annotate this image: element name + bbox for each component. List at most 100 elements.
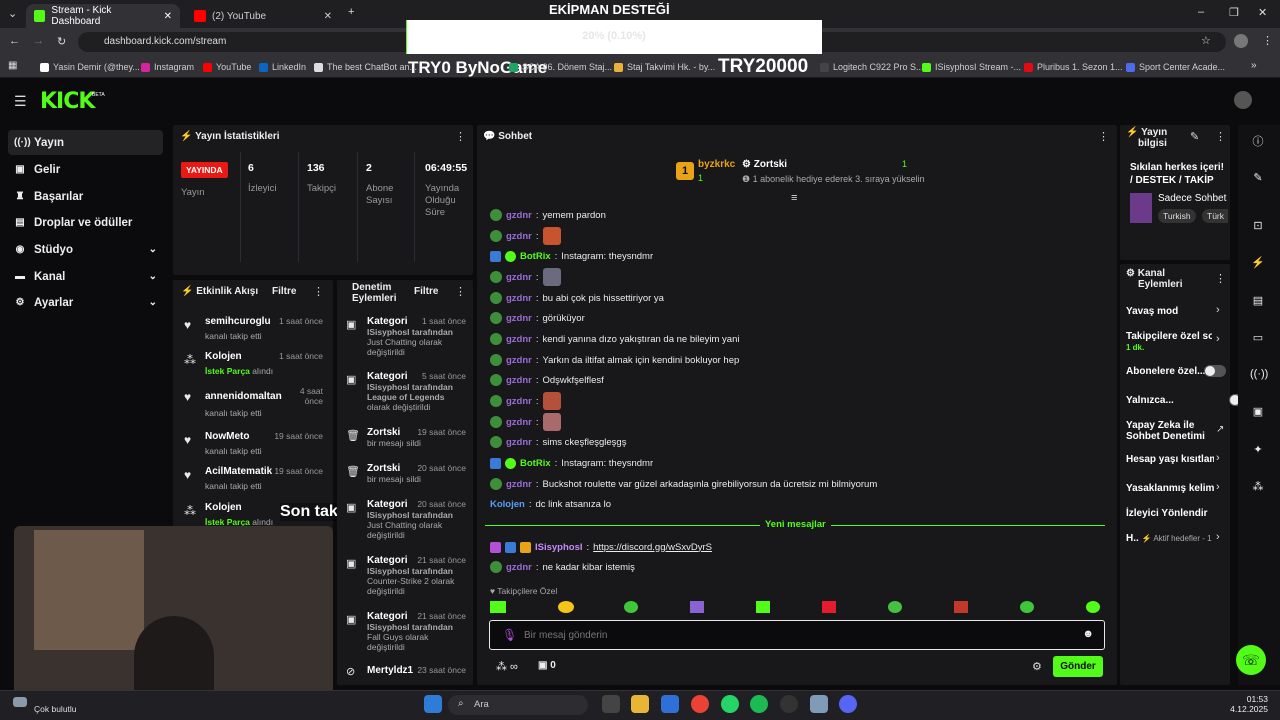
stats-menu-icon[interactable]: ⋮ [455, 130, 466, 143]
capture-icon[interactable]: ⊡ [1250, 219, 1266, 235]
emote-3[interactable] [624, 601, 638, 613]
account-age-item[interactable]: Hesap yaşı kısıtlam [1126, 454, 1214, 465]
chrome-icon[interactable] [691, 695, 709, 713]
back-icon[interactable]: ← [9, 35, 20, 47]
apps-grid-icon[interactable]: ▦ [8, 60, 17, 71]
sidebar-item-kanal[interactable]: ▬ Kanal ⌄ [8, 264, 163, 289]
slow-mode-item[interactable]: Yavaş mod [1126, 306, 1178, 317]
goals-item[interactable]: H.. ⚡ Aktif hedefler - 1 [1126, 533, 1212, 544]
rewards-icon[interactable]: ⁂ ∞ [496, 660, 518, 673]
task-view-icon[interactable] [602, 695, 620, 713]
layers-icon[interactable]: ▣ [1250, 405, 1266, 421]
stream-info-menu-icon[interactable]: ⋮ [1215, 130, 1226, 143]
bookmark-item[interactable]: Staj Takvimi Hk. - by... [614, 60, 715, 74]
tab-youtube[interactable]: (2) YouTube ✕ [186, 4, 340, 28]
obs-icon[interactable] [780, 695, 798, 713]
collapse-leaderboard-icon[interactable]: ≡ [791, 192, 797, 204]
support-chat-button[interactable]: ☏ [1236, 645, 1266, 675]
tab-search-icon[interactable]: ⌄ [8, 7, 17, 20]
chevron-right-icon[interactable]: › [1216, 333, 1220, 345]
chevron-right-icon[interactable]: › [1216, 304, 1220, 316]
send-button[interactable]: Gönder [1053, 656, 1103, 677]
channel-actions-menu-icon[interactable]: ⋮ [1215, 272, 1226, 285]
bookmark-item[interactable]: YouTube [203, 60, 251, 74]
store-icon[interactable] [661, 695, 679, 713]
emote-7[interactable] [888, 601, 902, 613]
followers-only-item[interactable]: Takipçilere özel soh [1126, 331, 1212, 342]
close-window-icon[interactable]: ✕ [1258, 6, 1267, 19]
discord-icon[interactable] [839, 695, 857, 713]
bookmark-item[interactable]: The best ChatBot an... [314, 60, 417, 74]
emote-10[interactable] [1086, 601, 1100, 613]
chat-settings-icon[interactable]: ⚙ [1032, 660, 1042, 673]
raid-item[interactable]: İzleyici Yönlendir [1126, 508, 1208, 519]
sidebar-item-gelir[interactable]: ▣ Gelir [8, 157, 163, 182]
edit-icon[interactable]: ✎ [1190, 130, 1199, 143]
profile-avatar[interactable] [1234, 34, 1248, 48]
mic-icon[interactable]: 🎙 [502, 628, 517, 642]
emote-4[interactable] [690, 601, 704, 613]
mod-menu-icon[interactable]: ⋮ [455, 285, 466, 298]
bookmark-star-icon[interactable]: ☆ [1201, 34, 1211, 47]
hamburger-menu-icon[interactable]: ☰ [14, 93, 27, 110]
external-link-icon[interactable]: ↗ [1216, 424, 1224, 435]
sidebar-item-studyo[interactable]: ◉ Stüdyo ⌄ [8, 237, 163, 262]
chat-input-placeholder[interactable]: Bir mesaj gönderin [524, 630, 607, 641]
activity-filter-button[interactable]: Filtre [272, 286, 296, 297]
windows-start-icon[interactable] [424, 695, 442, 713]
weather-icon[interactable] [13, 697, 27, 707]
bookmark-item[interactable]: TRY20000 [718, 56, 808, 77]
banned-words-item[interactable]: Yasaklanmış kelime [1126, 483, 1214, 494]
emote-9[interactable] [1020, 601, 1034, 613]
chevron-right-icon[interactable]: › [1216, 531, 1220, 543]
spotify-icon[interactable] [750, 695, 768, 713]
chevron-right-icon[interactable]: › [1216, 481, 1220, 493]
bookmark-item[interactable]: SCA 96. Dönem Staj... [509, 60, 612, 74]
bookmark-item[interactable]: ISisyphosI Stream -... [922, 60, 1021, 74]
emote-5[interactable] [756, 601, 770, 613]
chat-input-box[interactable]: 🎙 Bir mesaj gönderin ☻ [489, 620, 1105, 650]
bookmark-item[interactable]: Yasin Demir (@they... [40, 60, 140, 74]
user-avatar[interactable] [1234, 91, 1252, 109]
bookmark-item[interactable]: Pluribus 1. Sezon 1... [1024, 60, 1123, 74]
ai-moderation-item[interactable]: Yapay Zeka ile Sohbet Denetimi [1126, 420, 1205, 442]
sidebar-item-ayarlar[interactable]: ⚙ Ayarlar ⌄ [8, 290, 163, 315]
whatsapp-icon[interactable] [721, 695, 739, 713]
taskbar-search[interactable]: Ara [448, 695, 588, 715]
file-explorer-icon[interactable] [631, 695, 649, 713]
close-tab-icon[interactable]: ✕ [164, 11, 172, 22]
bookmark-item[interactable]: Sport Center Acade... [1126, 60, 1225, 74]
more-bookmarks-icon[interactable]: » [1251, 60, 1257, 71]
emote-1[interactable] [490, 601, 506, 613]
maximize-icon[interactable]: ❐ [1229, 6, 1239, 19]
rewards-rail-icon[interactable]: ⁂ [1250, 480, 1266, 496]
new-tab-icon[interactable]: + [348, 6, 354, 18]
kick-logo[interactable]: KICK [40, 89, 95, 114]
quick-actions-icon[interactable]: ⚡ [1250, 256, 1266, 272]
mod-filter-button[interactable]: Filtre [414, 286, 438, 297]
tab-kick-dashboard[interactable]: Stream - Kick Dashboard ✕ [26, 4, 180, 28]
sidebar-item-droplar[interactable]: ▤ Droplar ve ödüller [8, 210, 163, 235]
activity-menu-icon[interactable]: ⋮ [313, 285, 324, 298]
bookmark-item[interactable]: Instagram [141, 60, 194, 74]
emote-2[interactable] [558, 601, 574, 613]
subs-only-toggle[interactable] [1204, 365, 1226, 377]
settings-app-icon[interactable] [810, 695, 828, 713]
chat-rail-icon[interactable]: ▭ [1250, 331, 1266, 347]
sidebar-item-basarilar[interactable]: ♜ Başarılar [8, 184, 163, 209]
bookmark-item[interactable]: Logitech C922 Pro S... [820, 60, 924, 74]
sidebar-item-yayin[interactable]: ((·)) Yayın [8, 130, 163, 155]
document-icon[interactable]: ▤ [1250, 294, 1266, 310]
close-tab-icon[interactable]: ✕ [324, 11, 332, 22]
chevron-right-icon[interactable]: › [1216, 452, 1220, 464]
chat-link[interactable]: https://discord.gg/wSxvDyrS [593, 542, 712, 553]
tools-icon[interactable]: ✦ [1250, 443, 1266, 459]
broadcast-rail-icon[interactable]: ((·)) [1250, 368, 1268, 384]
emote-8[interactable] [954, 601, 968, 613]
chat-menu-icon[interactable]: ⋮ [1098, 130, 1109, 143]
emoji-picker-icon[interactable]: ☻ [1082, 628, 1094, 640]
forward-icon[interactable]: → [33, 35, 44, 47]
bookmark-item[interactable]: LinkedIn [259, 60, 306, 74]
edit-rail-icon[interactable]: ✎ [1250, 171, 1266, 187]
menu-dots-icon[interactable]: ⋮ [1262, 34, 1273, 47]
